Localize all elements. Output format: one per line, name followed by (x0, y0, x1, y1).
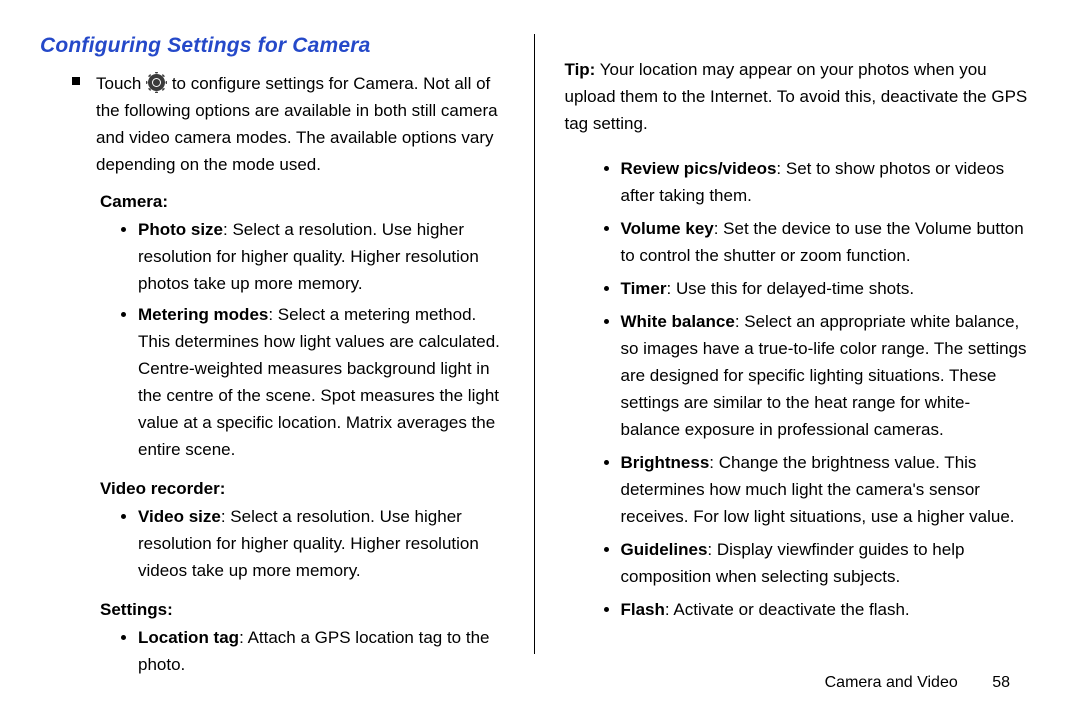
video-subhead: Video recorder: (100, 479, 504, 499)
item-title: Metering modes (138, 305, 268, 324)
two-column-layout: Configuring Settings for Camera Touch to… (40, 34, 1028, 654)
bullet-square-icon (72, 77, 80, 85)
settings-subhead: Settings: (100, 600, 504, 620)
settings-bullets: Location tag: Attach a GPS location tag … (40, 624, 504, 682)
item-title: Guidelines (621, 540, 708, 559)
item-title: Volume key (621, 219, 714, 238)
gear-icon (148, 74, 165, 91)
item-title: Photo size (138, 220, 223, 239)
footer-page-number: 58 (992, 674, 1010, 691)
item-title: Timer (621, 279, 667, 298)
list-item: Brightness: Change the brightness value.… (621, 449, 1029, 530)
footer-section: Camera and Video (825, 674, 958, 691)
list-item: Flash: Activate or deactivate the flash. (621, 596, 1029, 623)
list-item: Timer: Use this for delayed-time shots. (621, 275, 1029, 302)
tip-label: Tip: (565, 60, 596, 79)
page-footer: Camera and Video 58 (825, 674, 1010, 692)
item-title: Brightness (621, 453, 710, 472)
video-bullets: Video size: Select a resolution. Use hig… (40, 503, 504, 588)
left-column: Configuring Settings for Camera Touch to… (40, 34, 504, 654)
item-text: : Activate or deactivate the flash. (665, 600, 910, 619)
tip-paragraph: Tip: Your location may appear on your ph… (565, 56, 1029, 137)
item-title: Review pics/videos (621, 159, 777, 178)
right-column: Tip: Your location may appear on your ph… (534, 34, 1029, 654)
list-item: Video size: Select a resolution. Use hig… (138, 503, 504, 584)
section-heading: Configuring Settings for Camera (40, 34, 504, 58)
item-text: : Select an appropriate white balance, s… (621, 312, 1027, 439)
intro-text: Touch to configure settings for Camera. … (96, 70, 504, 178)
list-item: Location tag: Attach a GPS location tag … (138, 624, 504, 678)
intro-pre: Touch (96, 74, 146, 93)
list-item: Guidelines: Display viewfinder guides to… (621, 536, 1029, 590)
list-item: White balance: Select an appropriate whi… (621, 308, 1029, 443)
list-item: Review pics/videos: Set to show photos o… (621, 155, 1029, 209)
manual-page: Configuring Settings for Camera Touch to… (0, 0, 1080, 720)
item-text: : Select a metering method. This determi… (138, 305, 500, 459)
list-item: Photo size: Select a resolution. Use hig… (138, 216, 504, 297)
item-title: White balance (621, 312, 735, 331)
item-title: Flash (621, 600, 665, 619)
camera-bullets: Photo size: Select a resolution. Use hig… (40, 216, 504, 467)
right-bullets: Review pics/videos: Set to show photos o… (565, 155, 1029, 629)
item-text: : Use this for delayed-time shots. (667, 279, 915, 298)
item-title: Video size (138, 507, 221, 526)
camera-subhead: Camera: (100, 192, 504, 212)
list-item: Volume key: Set the device to use the Vo… (621, 215, 1029, 269)
list-item: Metering modes: Select a metering method… (138, 301, 504, 463)
intro-row: Touch to configure settings for Camera. … (40, 70, 504, 178)
item-title: Location tag (138, 628, 239, 647)
tip-text: Your location may appear on your photos … (565, 60, 1028, 133)
